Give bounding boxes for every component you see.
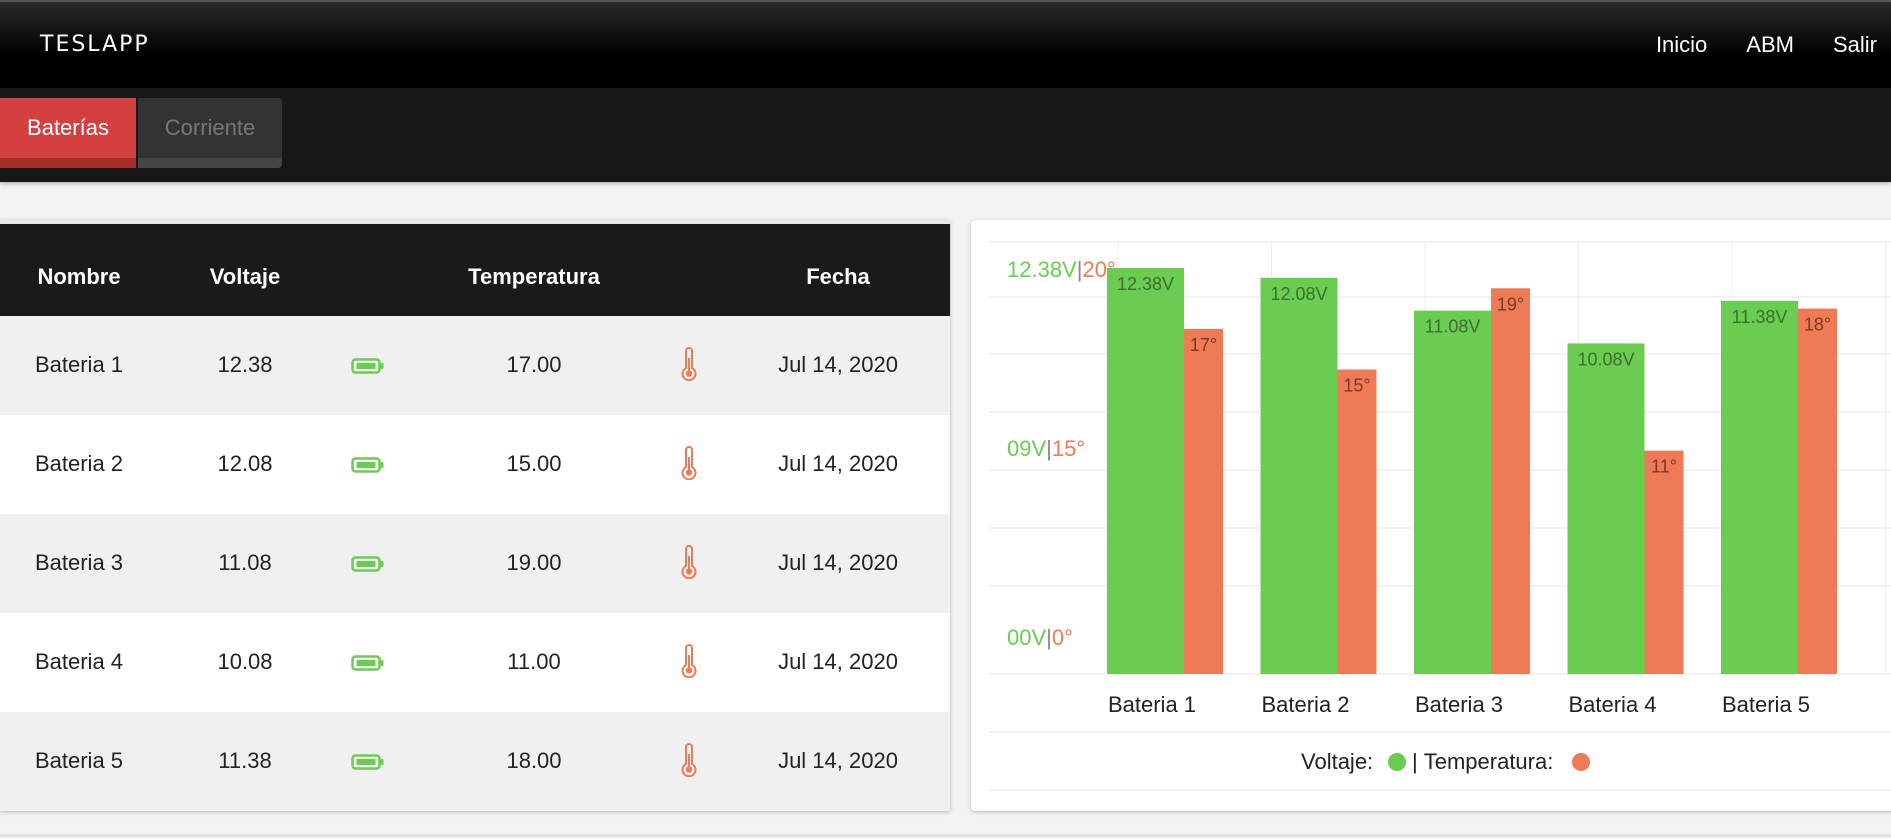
table-body: Bateria 1 12.38 17.00 Jul 14, 2020 Bateria 2… bbox=[0, 316, 950, 811]
bar-label-temperature: 19° bbox=[1497, 294, 1524, 314]
y-tick-temperature: 0° bbox=[1052, 625, 1073, 650]
battery-icon bbox=[351, 457, 385, 478]
bar-voltage bbox=[1414, 310, 1491, 674]
header-temperatura: Temperatura bbox=[468, 264, 600, 289]
cell-name: Bateria 3 bbox=[34, 550, 124, 575]
x-tick-label: Bateria 1 bbox=[1108, 692, 1196, 717]
battery-icon bbox=[351, 358, 385, 379]
thermometer-icon bbox=[680, 743, 698, 782]
bar-label-temperature: 15° bbox=[1343, 376, 1370, 396]
table-row: Bateria 4 10.08 11.00 Jul 14, 2020 bbox=[0, 613, 950, 712]
header-nombre: Nombre bbox=[37, 264, 121, 289]
bar-label-temperature: 18° bbox=[1804, 315, 1831, 335]
nav-link-inicio[interactable]: Inicio bbox=[1656, 32, 1707, 58]
y-tick-label: 09V|15° bbox=[1007, 436, 1085, 461]
y-tick-voltage: 00V bbox=[1007, 625, 1046, 650]
y-tick-temperature: 15° bbox=[1052, 436, 1085, 461]
app-brand[interactable]: TESLAPP bbox=[40, 32, 150, 57]
bar-temperature bbox=[1491, 288, 1530, 674]
cell-temperature: 15.00 bbox=[506, 451, 562, 476]
table-row: Bateria 2 12.08 15.00 Jul 14, 2020 bbox=[0, 415, 950, 514]
header-voltaje: Voltaje bbox=[209, 264, 281, 289]
bar-temperature bbox=[1798, 308, 1837, 674]
tab-bar: Baterías Corriente bbox=[0, 88, 1891, 182]
header-fecha: Fecha bbox=[806, 264, 870, 289]
cell-name: Bateria 1 bbox=[34, 352, 124, 377]
cell-temperature: 17.00 bbox=[506, 352, 562, 377]
cell-voltage: 12.38 bbox=[217, 352, 273, 377]
y-tick-voltage: 12.38V bbox=[1007, 257, 1077, 282]
cell-voltage: 11.08 bbox=[218, 550, 272, 575]
cell-temperature: 19.00 bbox=[506, 550, 562, 575]
nav-links: Inicio ABM Salir bbox=[1656, 32, 1877, 58]
nav-link-abm[interactable]: ABM bbox=[1746, 32, 1794, 58]
cell-name: Bateria 5 bbox=[34, 748, 124, 773]
top-navbar: TESLAPP Inicio ABM Salir bbox=[0, 0, 1891, 88]
legend-temperature: | Temperatura: bbox=[1412, 749, 1553, 774]
bar-voltage bbox=[1567, 343, 1645, 674]
cell-date: Jul 14, 2020 bbox=[778, 649, 898, 674]
batteries-table: Nombre Voltaje Temperatura Fecha Bateria… bbox=[0, 220, 950, 811]
x-tick-label: Bateria 4 bbox=[1568, 692, 1656, 717]
thermometer-icon bbox=[680, 644, 698, 683]
battery-icon bbox=[351, 556, 385, 577]
nav-link-salir[interactable]: Salir bbox=[1833, 32, 1877, 58]
y-tick-voltage: 09V bbox=[1007, 436, 1046, 461]
tab-baterias[interactable]: Baterías bbox=[0, 98, 136, 168]
x-tick-label: Bateria 2 bbox=[1261, 692, 1349, 717]
legend-voltage-swatch bbox=[1388, 753, 1406, 771]
bar-label-voltage: 12.38V bbox=[1117, 274, 1174, 294]
y-tick-label: 00V|0° bbox=[1007, 625, 1073, 650]
legend-separator: | bbox=[1412, 749, 1418, 774]
chart-svg: 12.38V|20°09V|15°00V|0°12.38V17°Bateria … bbox=[989, 241, 1891, 791]
cell-voltage: 12.08 bbox=[217, 451, 273, 476]
y-tick-label: 12.38V|20° bbox=[1007, 257, 1116, 282]
legend-temperature-label: Temperatura: bbox=[1424, 749, 1554, 774]
cell-name: Bateria 4 bbox=[34, 649, 124, 674]
table-row: Bateria 5 11.38 18.00 Jul 14, 2020 bbox=[0, 712, 950, 811]
tab-corriente[interactable]: Corriente bbox=[138, 98, 282, 168]
cell-date: Jul 14, 2020 bbox=[778, 550, 898, 575]
battery-chart: 12.38V|20° 09V|15° 00V|0° 12.38V 17° Bateria … bbox=[971, 220, 1891, 811]
cell-temperature: 18.00 bbox=[506, 748, 562, 773]
bar-label-temperature: 11° bbox=[1651, 457, 1677, 477]
battery-icon bbox=[351, 655, 385, 676]
thermometer-icon bbox=[680, 347, 698, 386]
x-tick-label: Bateria 5 bbox=[1722, 692, 1810, 717]
bar-temperature bbox=[1644, 450, 1684, 674]
bar-label-voltage: 11.38V bbox=[1732, 307, 1788, 327]
battery-icon bbox=[351, 754, 385, 775]
table-row: Bateria 1 12.38 17.00 Jul 14, 2020 bbox=[0, 316, 950, 415]
bar-voltage bbox=[1260, 277, 1338, 674]
thermometer-icon bbox=[680, 545, 698, 584]
cell-voltage: 10.08 bbox=[217, 649, 273, 674]
bar-label-voltage: 10.08V bbox=[1577, 349, 1634, 369]
table-row: Bateria 3 11.08 19.00 Jul 14, 2020 bbox=[0, 514, 950, 613]
bar-temperature bbox=[1337, 369, 1377, 674]
cell-date: Jul 14, 2020 bbox=[778, 748, 898, 773]
cell-date: Jul 14, 2020 bbox=[778, 451, 898, 476]
cell-voltage: 11.38 bbox=[218, 748, 272, 773]
bar-voltage bbox=[1721, 300, 1798, 674]
cell-name: Bateria 2 bbox=[34, 451, 124, 476]
bar-voltage bbox=[1107, 268, 1184, 674]
bar-label-voltage: 11.08V bbox=[1425, 317, 1481, 337]
bar-label-temperature: 17° bbox=[1190, 335, 1217, 355]
x-tick-label: Bateria 3 bbox=[1415, 692, 1503, 717]
table-header: Nombre Voltaje Temperatura Fecha bbox=[0, 220, 950, 316]
thermometer-icon bbox=[680, 446, 698, 485]
page-divider bbox=[0, 834, 1891, 837]
bar-temperature bbox=[1184, 328, 1223, 674]
bar-label-voltage: 12.08V bbox=[1270, 284, 1327, 304]
legend-voltage-label: Voltaje: bbox=[1301, 749, 1373, 774]
legend-temperature-swatch bbox=[1572, 753, 1590, 771]
legend: Voltaje: bbox=[1301, 749, 1373, 774]
cell-temperature: 11.00 bbox=[507, 649, 561, 674]
cell-date: Jul 14, 2020 bbox=[778, 352, 898, 377]
